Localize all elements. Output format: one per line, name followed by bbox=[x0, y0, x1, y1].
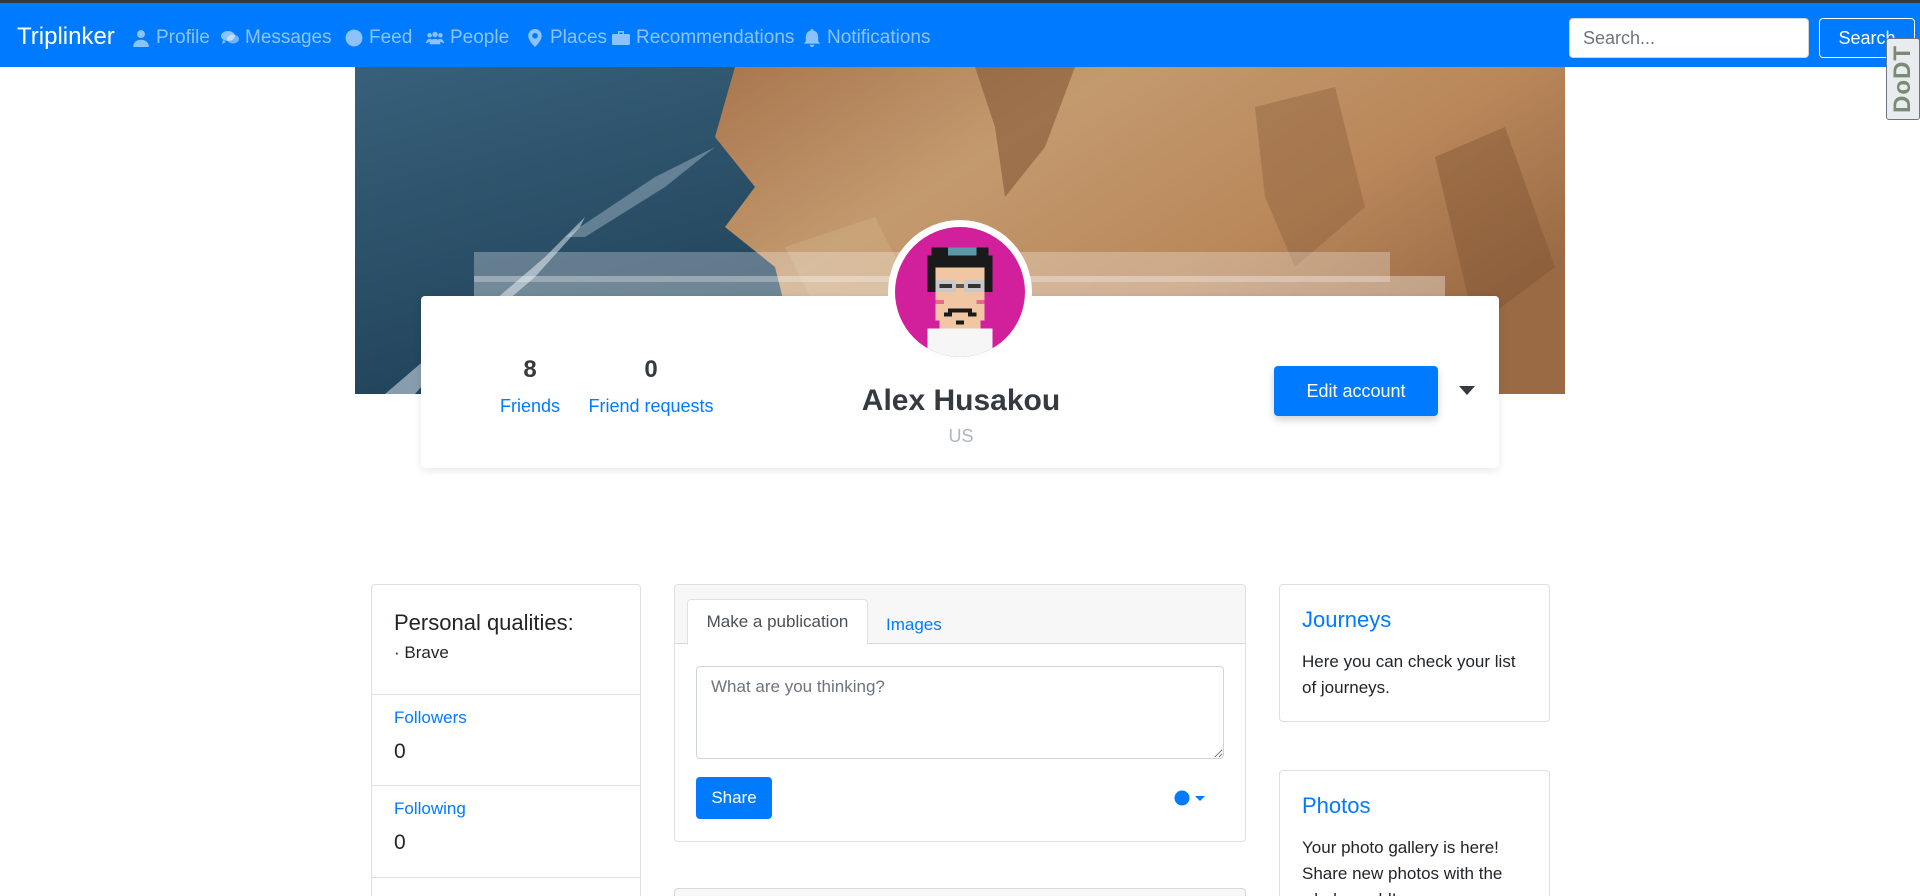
followers-link[interactable]: Followers bbox=[394, 708, 467, 728]
edit-account-button[interactable]: Edit account bbox=[1274, 366, 1438, 416]
avatar[interactable] bbox=[888, 220, 1032, 364]
nav-recommendations-label: Recommendations bbox=[636, 27, 795, 48]
tab-make-publication[interactable]: Make a publication bbox=[687, 599, 868, 645]
top-navbar: Triplinker Profile Messages Feed People … bbox=[0, 3, 1920, 67]
user-icon bbox=[133, 30, 149, 47]
photos-link[interactable]: Photos bbox=[1302, 793, 1371, 819]
chevron-down-icon bbox=[1195, 795, 1205, 801]
followers-count: 0 bbox=[394, 740, 406, 763]
extension-badge[interactable]: DoDT bbox=[1886, 38, 1920, 120]
nav-profile-label: Profile bbox=[156, 27, 210, 48]
personal-info-card: Personal qualities: · Brave Followers 0 … bbox=[371, 584, 641, 896]
following-link[interactable]: Following bbox=[394, 799, 466, 819]
nav-people-label: People bbox=[450, 27, 510, 48]
profile-country: US bbox=[948, 426, 974, 446]
feed-card bbox=[674, 888, 1246, 896]
friends-stat[interactable]: 8 Friends bbox=[488, 356, 572, 417]
journeys-description: Here you can check your list of journeys… bbox=[1302, 652, 1516, 697]
divider bbox=[372, 785, 640, 786]
friend-requests-count: 0 bbox=[644, 356, 658, 383]
photos-description: Your photo gallery is here! Share new ph… bbox=[1302, 838, 1503, 896]
publication-card: Make a publication Images Share bbox=[674, 584, 1246, 842]
tab-images[interactable]: Images bbox=[886, 615, 942, 635]
photos-card: Photos Your photo gallery is here! Share… bbox=[1279, 770, 1550, 896]
nav-feed[interactable]: Feed bbox=[345, 26, 412, 50]
map-marker-icon bbox=[528, 29, 542, 47]
users-icon bbox=[426, 31, 444, 45]
nav-notifications-label: Notifications bbox=[827, 27, 931, 48]
friend-requests-link[interactable]: Friend requests bbox=[579, 396, 723, 417]
publication-textarea[interactable] bbox=[696, 666, 1224, 759]
personal-quality-item: · Brave bbox=[394, 643, 449, 662]
nav-feed-label: Feed bbox=[369, 27, 413, 48]
share-button[interactable]: Share bbox=[696, 777, 772, 819]
globe-icon bbox=[345, 29, 363, 47]
friend-requests-stat[interactable]: 0 Friend requests bbox=[579, 356, 723, 417]
bell-icon bbox=[804, 29, 820, 47]
divider bbox=[372, 694, 640, 695]
nav-people[interactable]: People bbox=[426, 26, 509, 50]
privacy-dropdown[interactable] bbox=[1174, 790, 1205, 806]
friends-link[interactable]: Friends bbox=[488, 396, 572, 417]
publication-tabs: Make a publication Images bbox=[675, 585, 1245, 645]
brand-link[interactable]: Triplinker bbox=[17, 23, 115, 51]
friends-count: 8 bbox=[523, 356, 537, 383]
following-count: 0 bbox=[394, 831, 406, 854]
globe-icon bbox=[1174, 790, 1190, 806]
extension-badge-label: DoDT bbox=[1889, 45, 1916, 113]
divider bbox=[372, 877, 640, 878]
search-input[interactable] bbox=[1569, 18, 1809, 58]
nav-places[interactable]: Places bbox=[526, 26, 607, 50]
nav-profile[interactable]: Profile bbox=[132, 26, 210, 50]
nav-notifications[interactable]: Notifications bbox=[803, 26, 931, 50]
profile-name: Alex Husakou bbox=[861, 384, 1061, 417]
comments-icon bbox=[221, 31, 239, 44]
nav-recommendations[interactable]: Recommendations bbox=[612, 26, 794, 50]
personal-qualities-title: Personal qualities: bbox=[394, 610, 574, 635]
avatar-pixel-face-icon bbox=[895, 227, 1025, 357]
journeys-link[interactable]: Journeys bbox=[1302, 607, 1391, 633]
suitcase-icon bbox=[612, 31, 630, 45]
nav-messages-label: Messages bbox=[245, 27, 332, 48]
nav-messages[interactable]: Messages bbox=[221, 26, 332, 50]
profile-dropdown-caret-icon[interactable] bbox=[1453, 376, 1481, 404]
journeys-card: Journeys Here you can check your list of… bbox=[1279, 584, 1550, 722]
nav-places-label: Places bbox=[550, 27, 608, 48]
